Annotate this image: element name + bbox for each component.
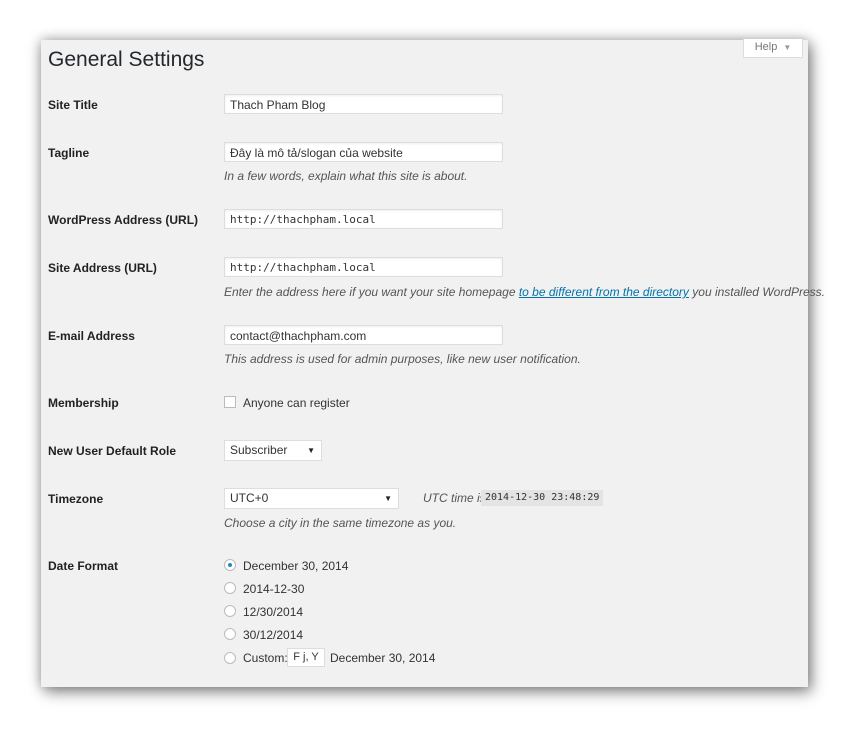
date-format-option-label[interactable]: 12/30/2014 <box>243 605 303 619</box>
email-input[interactable]: contact@thachpham.com <box>224 325 503 345</box>
date-format-radio[interactable] <box>224 582 236 594</box>
site-address-label: Site Address (URL) <box>48 261 157 275</box>
membership-label: Membership <box>48 396 119 410</box>
email-label: E-mail Address <box>48 329 135 343</box>
tagline-input[interactable]: Đây là mô tả/slogan của website <box>224 142 503 162</box>
date-format-custom-label[interactable]: Custom: <box>243 651 288 665</box>
default-role-value: Subscriber <box>230 443 288 457</box>
default-role-label: New User Default Role <box>48 444 177 458</box>
chevron-down-icon: ▼ <box>384 494 392 503</box>
tagline-description: In a few words, explain what this site i… <box>224 169 468 183</box>
page-title: General Settings <box>48 48 205 71</box>
date-format-option-label[interactable]: 30/12/2014 <box>243 628 303 642</box>
timezone-value: UTC+0 <box>230 491 269 505</box>
date-format-radio[interactable] <box>224 559 236 571</box>
help-label: Help <box>754 41 778 53</box>
help-tab[interactable]: Help ▼ <box>743 39 803 58</box>
email-description: This address is used for admin purposes,… <box>224 352 581 366</box>
site-address-input[interactable]: http://thachpham.local <box>224 257 503 277</box>
site-address-desc-before: Enter the address here if you want your … <box>224 285 519 299</box>
wp-address-label: WordPress Address (URL) <box>48 213 199 227</box>
date-format-radio[interactable] <box>224 628 236 640</box>
wp-address-input[interactable]: http://thachpham.local <box>224 209 503 229</box>
chevron-down-icon: ▼ <box>307 446 315 455</box>
utc-time-value: 2014-12-30 23:48:29 <box>481 490 604 506</box>
date-format-option-label[interactable]: December 30, 2014 <box>243 559 348 573</box>
settings-panel: Help ▼ General Settings Site Title Thach … <box>41 39 825 687</box>
help-caret-icon: ▼ <box>783 43 792 52</box>
directory-link[interactable]: to be different from the directory <box>519 285 689 299</box>
date-format-custom-preview: December 30, 2014 <box>330 651 436 665</box>
site-address-description: Enter the address here if you want your … <box>224 285 825 299</box>
membership-checkbox-label[interactable]: Anyone can register <box>243 396 350 410</box>
timezone-description: Choose a city in the same timezone as yo… <box>224 516 457 530</box>
site-address-desc-after: you installed WordPress. <box>688 285 825 299</box>
membership-checkbox[interactable] <box>224 396 236 408</box>
default-role-select[interactable]: Subscriber ▼ <box>224 440 322 461</box>
date-format-option-label[interactable]: 2014-12-30 <box>243 582 304 596</box>
site-title-label: Site Title <box>48 98 98 112</box>
date-format-custom-radio[interactable] <box>224 652 236 664</box>
timezone-label: Timezone <box>48 492 104 506</box>
timezone-select[interactable]: UTC+0 ▼ <box>224 488 399 509</box>
date-format-label: Date Format <box>48 559 119 573</box>
date-format-custom-input[interactable]: F j, Y <box>287 648 325 667</box>
tagline-label: Tagline <box>48 146 90 160</box>
utc-time-label: UTC time is <box>423 491 486 505</box>
date-format-radio[interactable] <box>224 605 236 617</box>
site-title-input[interactable]: Thach Pham Blog <box>224 94 503 114</box>
